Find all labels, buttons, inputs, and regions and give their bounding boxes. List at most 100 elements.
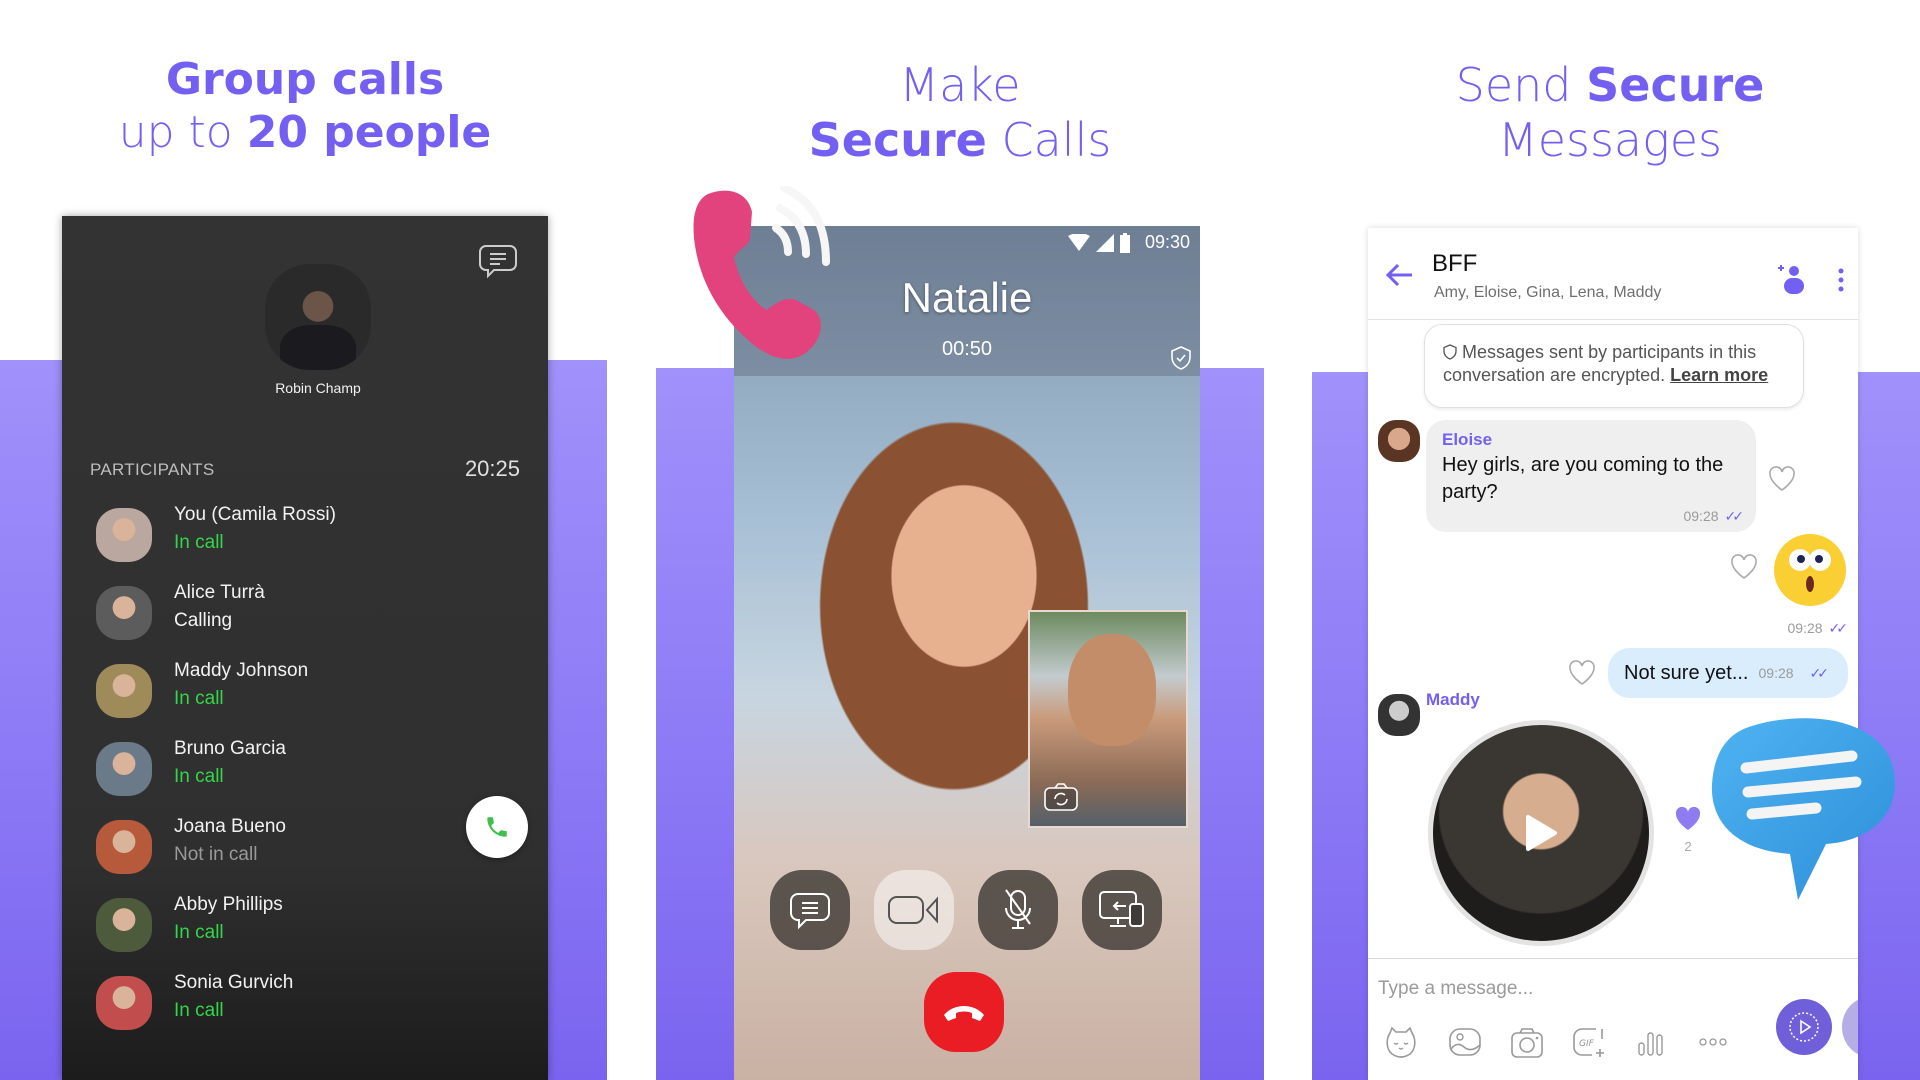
secondary-action-button[interactable]: [1842, 997, 1858, 1057]
host-name: Robin Champ: [275, 380, 361, 396]
message-time: 09:28: [1758, 665, 1794, 681]
heart-filled-icon: [1675, 806, 1701, 830]
svg-text:GIF: GIF: [1579, 1039, 1595, 1049]
avatar-maddy[interactable]: [1378, 694, 1420, 736]
like-count[interactable]: 2: [1673, 806, 1703, 854]
participant-row[interactable]: Maddy Johnson In call: [96, 658, 516, 728]
participant-status: In call: [174, 766, 224, 787]
video-toggle-button[interactable]: [874, 870, 954, 950]
call-participant-button[interactable]: [466, 796, 528, 858]
avatar-eloise[interactable]: [1378, 420, 1420, 462]
read-ticks-icon: ✓✓: [1724, 508, 1745, 524]
participant-row[interactable]: Bruno Garcia In call: [96, 736, 516, 806]
heart-icon[interactable]: [1568, 660, 1596, 686]
gallery-icon[interactable]: [1448, 1025, 1482, 1059]
transfer-screen-icon: [1099, 891, 1144, 927]
surprised-emoji-sticker[interactable]: [1774, 534, 1846, 606]
message-bubble[interactable]: Eloise Hey girls, are you coming to the …: [1426, 420, 1756, 532]
battery-icon: [1120, 233, 1130, 253]
chat-header: BFF Amy, Eloise, Gina, Lena, Maddy: [1368, 228, 1858, 320]
chat-bubble-illustration-icon: [1711, 718, 1895, 900]
participant-status: In call: [174, 1000, 224, 1021]
play-record-icon: [1789, 1012, 1819, 1042]
more-icon[interactable]: [1696, 1025, 1730, 1059]
participant-avatar: [96, 898, 152, 952]
message-input[interactable]: [1378, 969, 1738, 1009]
participant-row[interactable]: Joana Bueno Not in call: [96, 814, 516, 884]
headline-text: Make: [899, 58, 1021, 112]
participants-heading: PARTICIPANTS: [90, 460, 215, 479]
message-composer: GIF: [1368, 958, 1858, 1080]
headline-text: Group calls: [165, 54, 445, 105]
chat-bubble-icon[interactable]: [478, 240, 518, 280]
back-arrow-icon[interactable]: [1384, 262, 1414, 288]
sticker-time: 09:28 ✓✓: [1787, 620, 1849, 636]
participant-avatar: [96, 976, 152, 1030]
more-options-icon[interactable]: [1836, 268, 1846, 292]
shield-check-icon: [1171, 346, 1191, 370]
gif-icon[interactable]: GIF: [1572, 1025, 1606, 1059]
heart-icon[interactable]: [1768, 466, 1796, 492]
chat-button[interactable]: [770, 870, 850, 950]
learn-more-link[interactable]: Learn more: [1670, 365, 1768, 385]
headline-secure-calls: Make Secure Calls: [780, 58, 1140, 168]
headline-text: Send: [1455, 58, 1587, 112]
heart-icon[interactable]: [1730, 554, 1758, 580]
message-time: 09:28: [1683, 508, 1719, 524]
mute-button[interactable]: [978, 870, 1058, 950]
phone-icon: [487, 817, 507, 837]
camera-icon[interactable]: [1510, 1025, 1544, 1059]
mute-mic-icon: [1005, 889, 1031, 929]
handset-illustration-icon: [693, 186, 830, 359]
end-call-button[interactable]: [924, 972, 1004, 1052]
participant-row[interactable]: Sonia Gurvich In call: [96, 970, 516, 1040]
participant-name: Alice Turrà: [174, 582, 265, 603]
participant-row[interactable]: Abby Phillips In call: [96, 892, 516, 962]
participant-status: Calling: [174, 610, 233, 631]
participant-name: Joana Bueno: [174, 816, 286, 837]
add-participant-icon[interactable]: [1776, 262, 1806, 296]
message-sender: Eloise: [1442, 430, 1493, 449]
participant-name: Maddy Johnson: [174, 660, 309, 681]
participant-avatar: [96, 508, 152, 562]
headline-text: Messages: [1498, 113, 1722, 168]
message-sender: Maddy: [1426, 690, 1480, 709]
participant-avatar: [96, 742, 152, 796]
read-ticks-icon: ✓✓: [1828, 620, 1849, 636]
shield-icon: [1443, 344, 1457, 360]
call-timer: 20:25: [464, 456, 520, 481]
status-time: 09:30: [1144, 232, 1190, 252]
headline-text: Calls: [986, 113, 1112, 168]
chat-title: BFF: [1432, 250, 1478, 277]
message-text: Hey girls, are you coming to the party?: [1442, 454, 1724, 503]
headline-text: 20 people: [246, 106, 492, 158]
participant-avatar: [96, 820, 152, 874]
chat-icon: [790, 893, 830, 930]
participant-avatar: [96, 586, 152, 640]
video-icon: [888, 896, 938, 924]
participant-name: Bruno Garcia: [174, 738, 286, 759]
self-video-preview[interactable]: [1028, 610, 1188, 828]
chat-members: Amy, Eloise, Gina, Lena, Maddy: [1434, 284, 1662, 301]
transfer-call-button[interactable]: [1082, 870, 1162, 950]
play-icon[interactable]: [1524, 814, 1558, 852]
participant-status: In call: [174, 532, 224, 553]
message-text: Not sure yet...: [1624, 661, 1749, 684]
headline-secure-messages: Send Secure Messages: [1420, 58, 1800, 168]
wifi-icon: [1068, 234, 1090, 251]
hang-up-icon: [944, 1006, 984, 1021]
headline-text: Secure: [1586, 58, 1765, 112]
participant-name: You (Camila Rossi): [174, 504, 336, 525]
send-video-button[interactable]: [1776, 999, 1832, 1055]
participant-row[interactable]: Alice Turrà Calling: [96, 580, 516, 650]
headline-group-calls: Group calls up to 20 people: [90, 54, 520, 160]
message-bubble-outgoing[interactable]: Not sure yet... 09:28 ✓✓: [1608, 648, 1848, 698]
flip-camera-icon[interactable]: [1044, 782, 1078, 812]
sticker-icon[interactable]: [1384, 1025, 1418, 1059]
video-message[interactable]: [1428, 720, 1654, 946]
voice-bars-icon[interactable]: [1634, 1025, 1668, 1059]
participant-status: Not in call: [174, 844, 258, 865]
participant-status: In call: [174, 688, 224, 709]
host-avatar: [265, 264, 371, 370]
participant-row[interactable]: You (Camila Rossi) In call: [96, 502, 516, 572]
